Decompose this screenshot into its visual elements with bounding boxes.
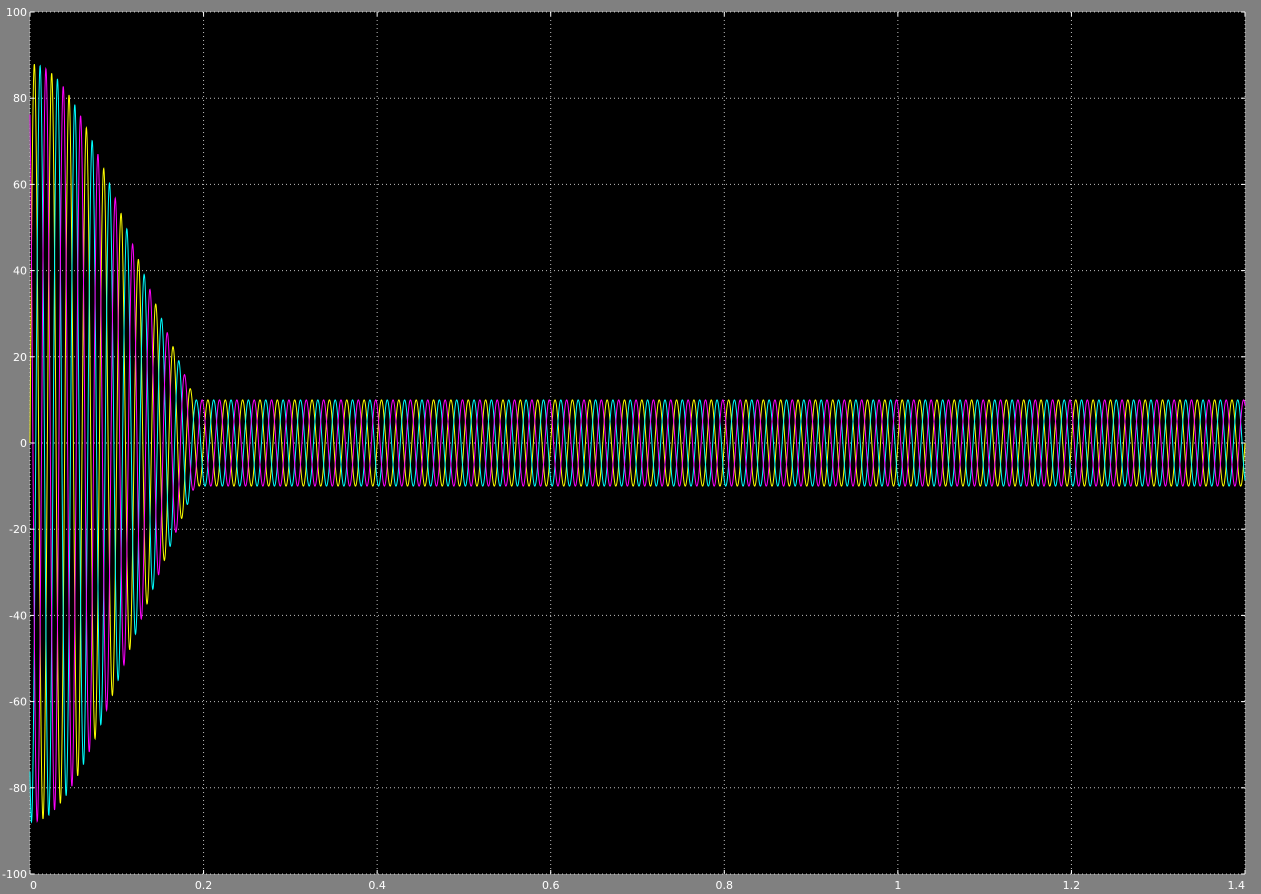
y-tick-label: 0 (20, 437, 27, 450)
y-tick-label: -20 (9, 523, 27, 536)
x-tick-labels: 0 0.2 0.4 0.6 0.8 1 1.2 1.4 (30, 879, 1245, 892)
x-tick-label: 0.2 (195, 879, 213, 892)
y-tick-label: 20 (13, 351, 27, 364)
x-tick-label: 0.4 (368, 879, 386, 892)
x-tick-label: 1 (894, 879, 901, 892)
x-tick-label: 1.4 (1228, 879, 1246, 892)
y-tick-label: -100 (2, 868, 27, 881)
y-tick-label: 80 (13, 92, 27, 105)
y-tick-label: -40 (9, 609, 27, 622)
y-tick-label: -60 (9, 696, 27, 709)
x-tick-label: 1.2 (1063, 879, 1081, 892)
scope-plot: 0 0.2 0.4 0.6 0.8 1 1.2 1.4 100 80 60 40… (2, 6, 1246, 892)
y-tick-label: 60 (13, 178, 27, 191)
x-tick-label: 0.6 (542, 879, 560, 892)
y-tick-label: -80 (9, 782, 27, 795)
y-tick-label: 40 (13, 265, 27, 278)
x-tick-label: 0 (30, 879, 37, 892)
x-tick-label: 0.8 (716, 879, 734, 892)
y-tick-labels: 100 80 60 40 20 0 -20 -40 -60 -80 -100 (2, 6, 27, 881)
y-tick-label: 100 (6, 6, 27, 19)
